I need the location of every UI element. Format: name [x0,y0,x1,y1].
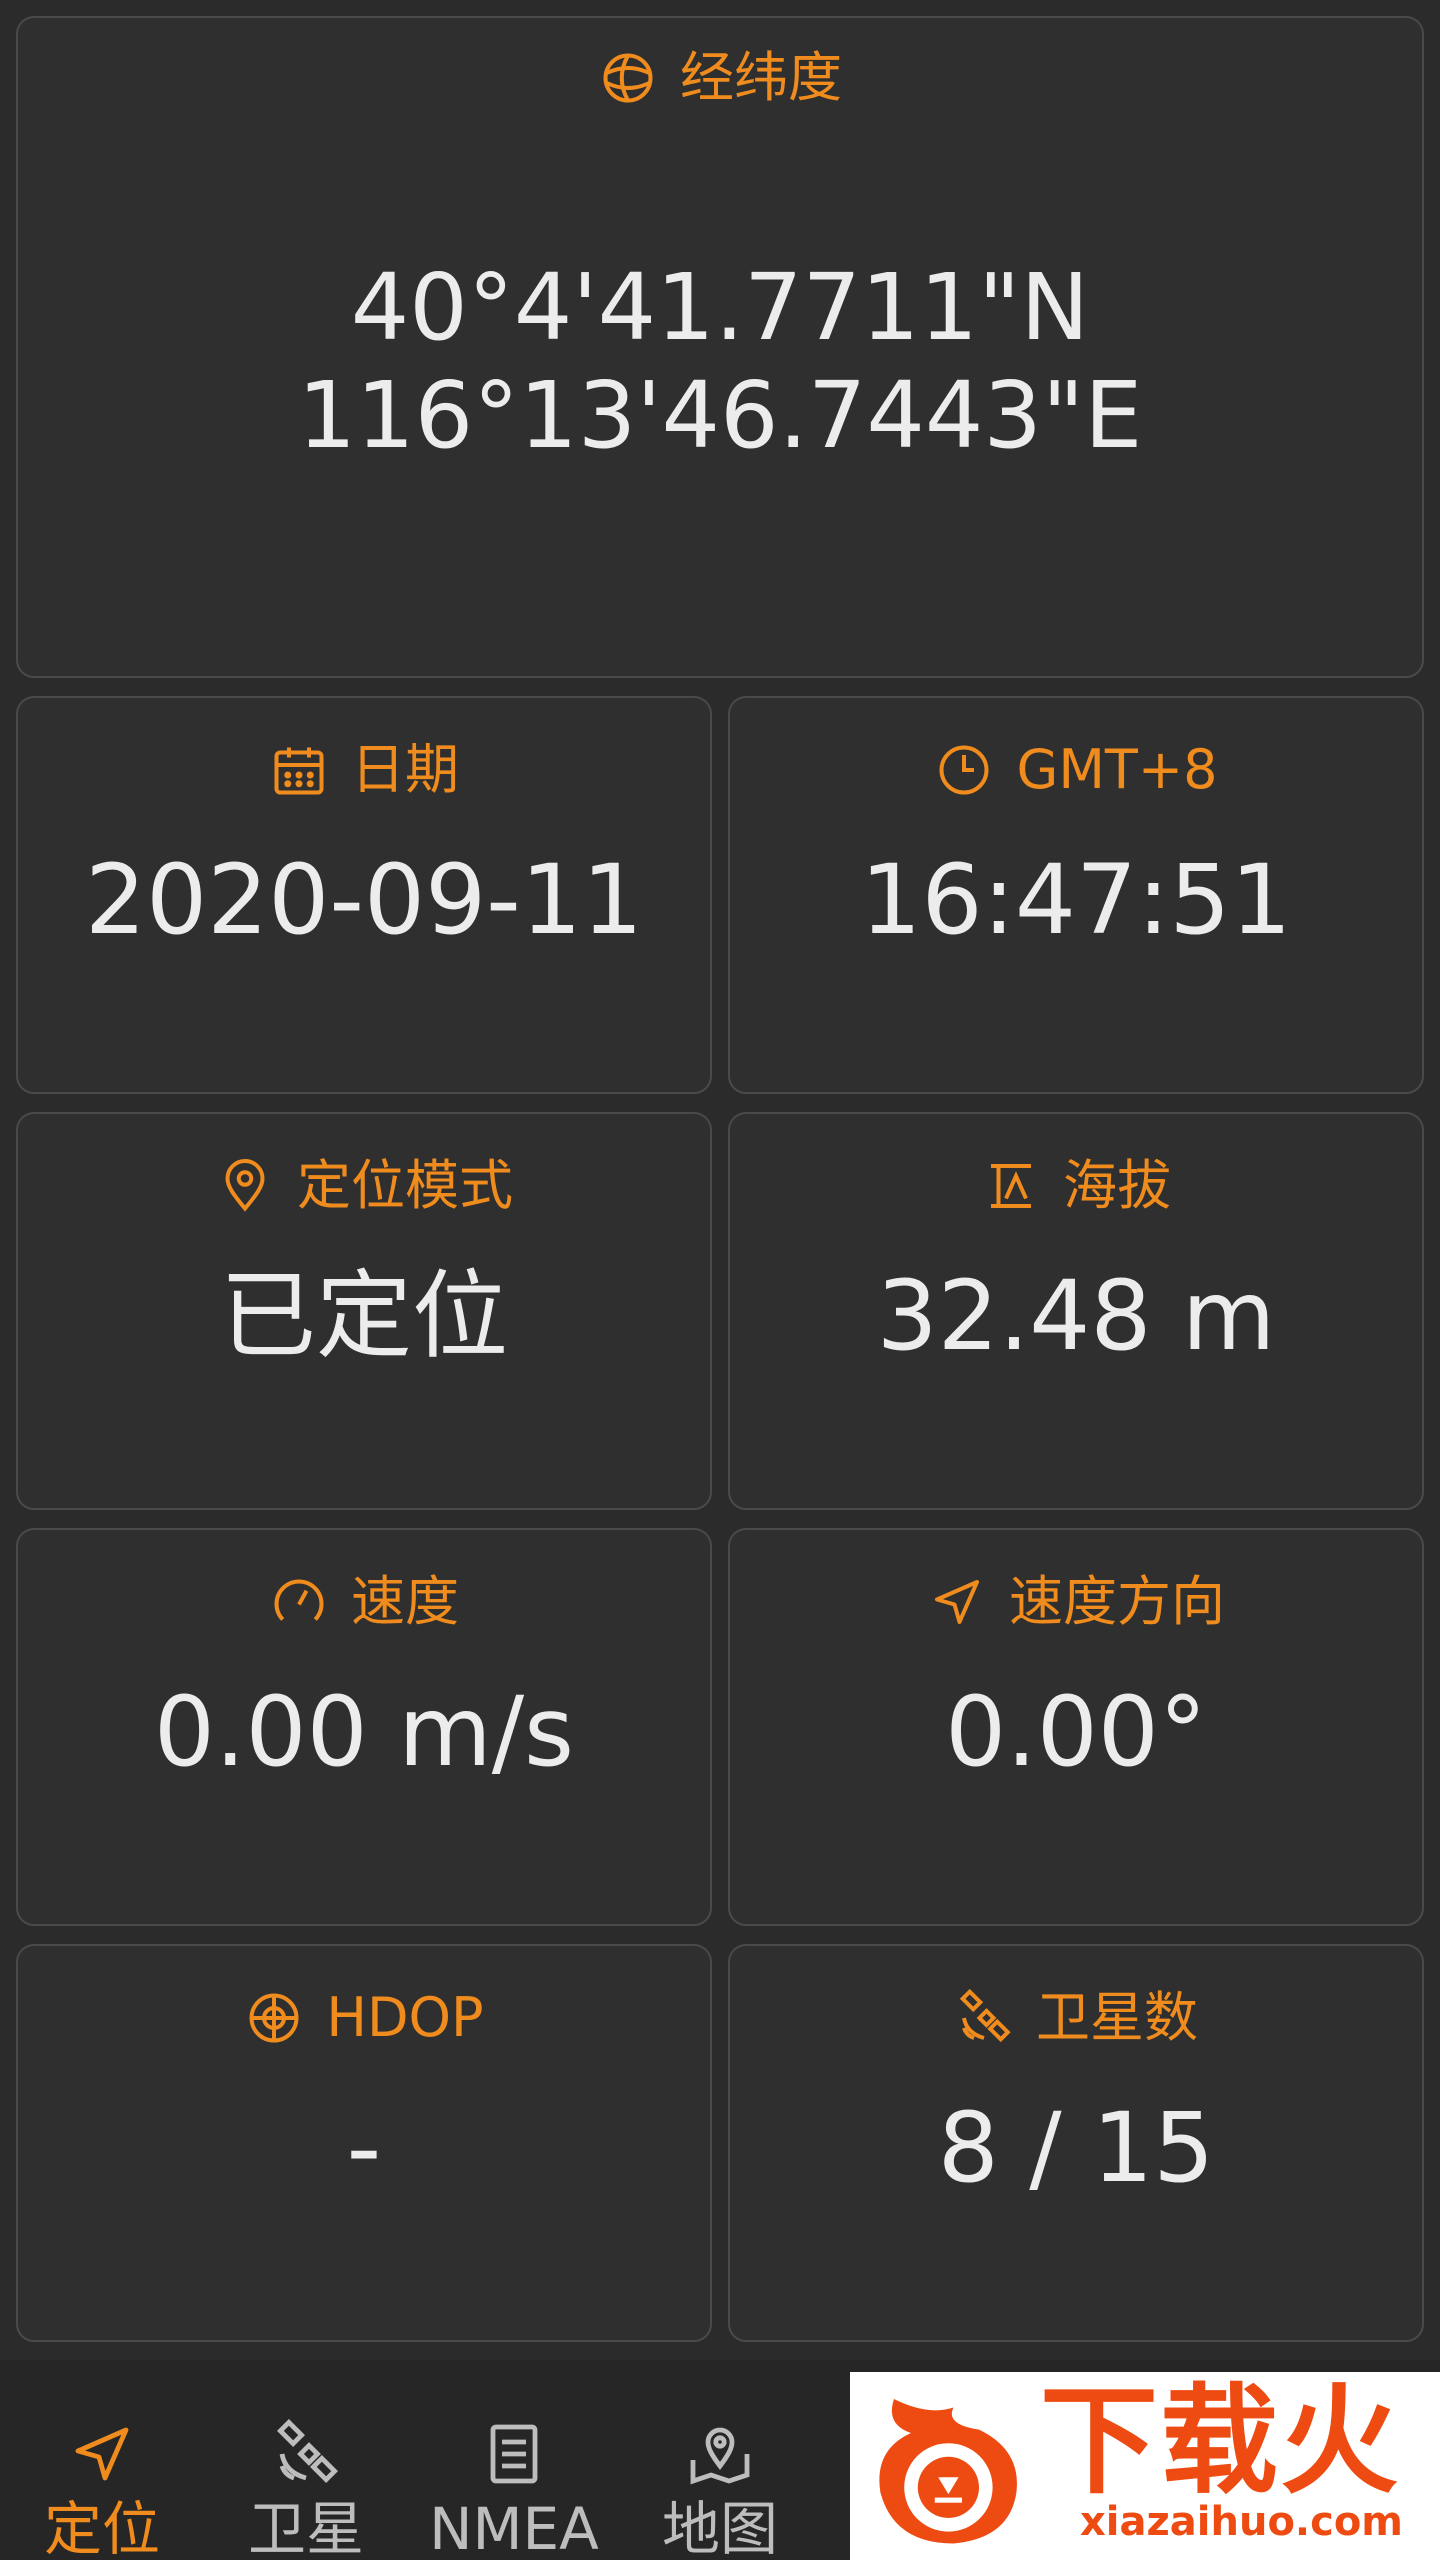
time-card: GMT+8 16:47:51 [728,696,1424,1094]
nav-label-location: 定位 [43,2495,160,2560]
satellites-label: 卫星数 [1036,1986,1198,2049]
calendar-icon [274,747,324,795]
latlon-label: 经纬度 [680,46,842,109]
watermark-brand: 下载火 [1040,2372,1401,2510]
time-value: 16:47:51 [860,844,1292,956]
document-icon [490,2424,538,2484]
speed-header: 速度 [18,1572,710,1632]
bearing-card: 速度方向 0.00° [728,1528,1424,1926]
date-header: 日期 [18,740,710,800]
gps-status-screen: 经纬度 40°4'41.7711"N 116°13'46.7443"E 日期 2… [0,0,1440,2560]
time-header: GMT+8 [730,740,1422,800]
altitude-label: 海拔 [1063,1154,1171,1217]
fix-mode-header: 定位模式 [18,1156,710,1216]
nav-label-map: 地图 [661,2495,778,2560]
navigation-arrow-icon [75,2427,129,2481]
date-label: 日期 [351,738,459,801]
date-value: 2020-09-11 [85,844,643,956]
map-icon [690,2427,750,2485]
flame-logo-icon [879,2399,1017,2544]
speed-value: 0.00 m/s [153,1676,575,1788]
latitude-value: 40°4'41.7711"N [350,254,1090,361]
satellite-icon [276,2418,339,2484]
location-pin-icon [225,1159,265,1212]
nav-item-nmea[interactable]: NMEA [414,2360,614,2560]
timezone-label: GMT+8 [1016,738,1218,801]
crosshair-icon [249,1993,299,2043]
satellites-card: 卫星数 8 / 15 [728,1944,1424,2342]
nav-label-nmea: NMEA [429,2495,599,2560]
longitude-value: 116°13'46.7443"E [297,362,1143,469]
latlon-header: 经纬度 [18,48,1422,108]
date-card: 日期 2020-09-11 [16,696,712,1094]
hdop-label: HDOP [326,1986,484,2049]
speed-card: 速度 0.00 m/s [16,1528,712,1926]
nav-item-location[interactable]: 定位 [2,2360,202,2560]
altitude-card: 海拔 32.48 m [728,1112,1424,1510]
speedometer-icon [274,1579,324,1621]
satellites-value: 8 / 15 [937,2092,1215,2204]
bearing-label: 速度方向 [1009,1570,1225,1633]
satellites-header: 卫星数 [730,1988,1422,2048]
latlon-card: 经纬度 40°4'41.7711"N 116°13'46.7443"E [16,16,1424,678]
altitude-icon [991,1164,1031,1208]
hdop-header: HDOP [18,1988,710,2048]
clock-icon [939,745,989,795]
fix-mode-label: 定位模式 [297,1154,513,1217]
speed-label: 速度 [351,1570,459,1633]
navigation-arrow-icon [935,1580,979,1624]
watermark-overlay: 下载火 xiazaihuo.com [850,2372,1440,2560]
coordinates: 40°4'41.7711"N 116°13'46.7443"E [18,254,1422,470]
altitude-header: 海拔 [730,1156,1422,1216]
altitude-value: 32.48 m [876,1260,1276,1372]
fix-mode-card: 定位模式 已定位 [16,1112,712,1510]
hdop-card: HDOP - [16,1944,712,2342]
globe-icon [603,53,653,103]
nav-item-map[interactable]: 地图 [620,2360,820,2560]
bearing-value: 0.00° [945,1676,1207,1788]
bearing-header: 速度方向 [730,1572,1422,1632]
watermark-domain: xiazaihuo.com [1080,2499,1403,2545]
fix-mode-value: 已定位 [220,1260,508,1372]
nav-label-satellites: 卫星 [247,2495,364,2560]
satellite-icon [959,1988,1011,2043]
nav-item-satellites[interactable]: 卫星 [206,2360,406,2560]
hdop-value: - [346,2092,382,2204]
